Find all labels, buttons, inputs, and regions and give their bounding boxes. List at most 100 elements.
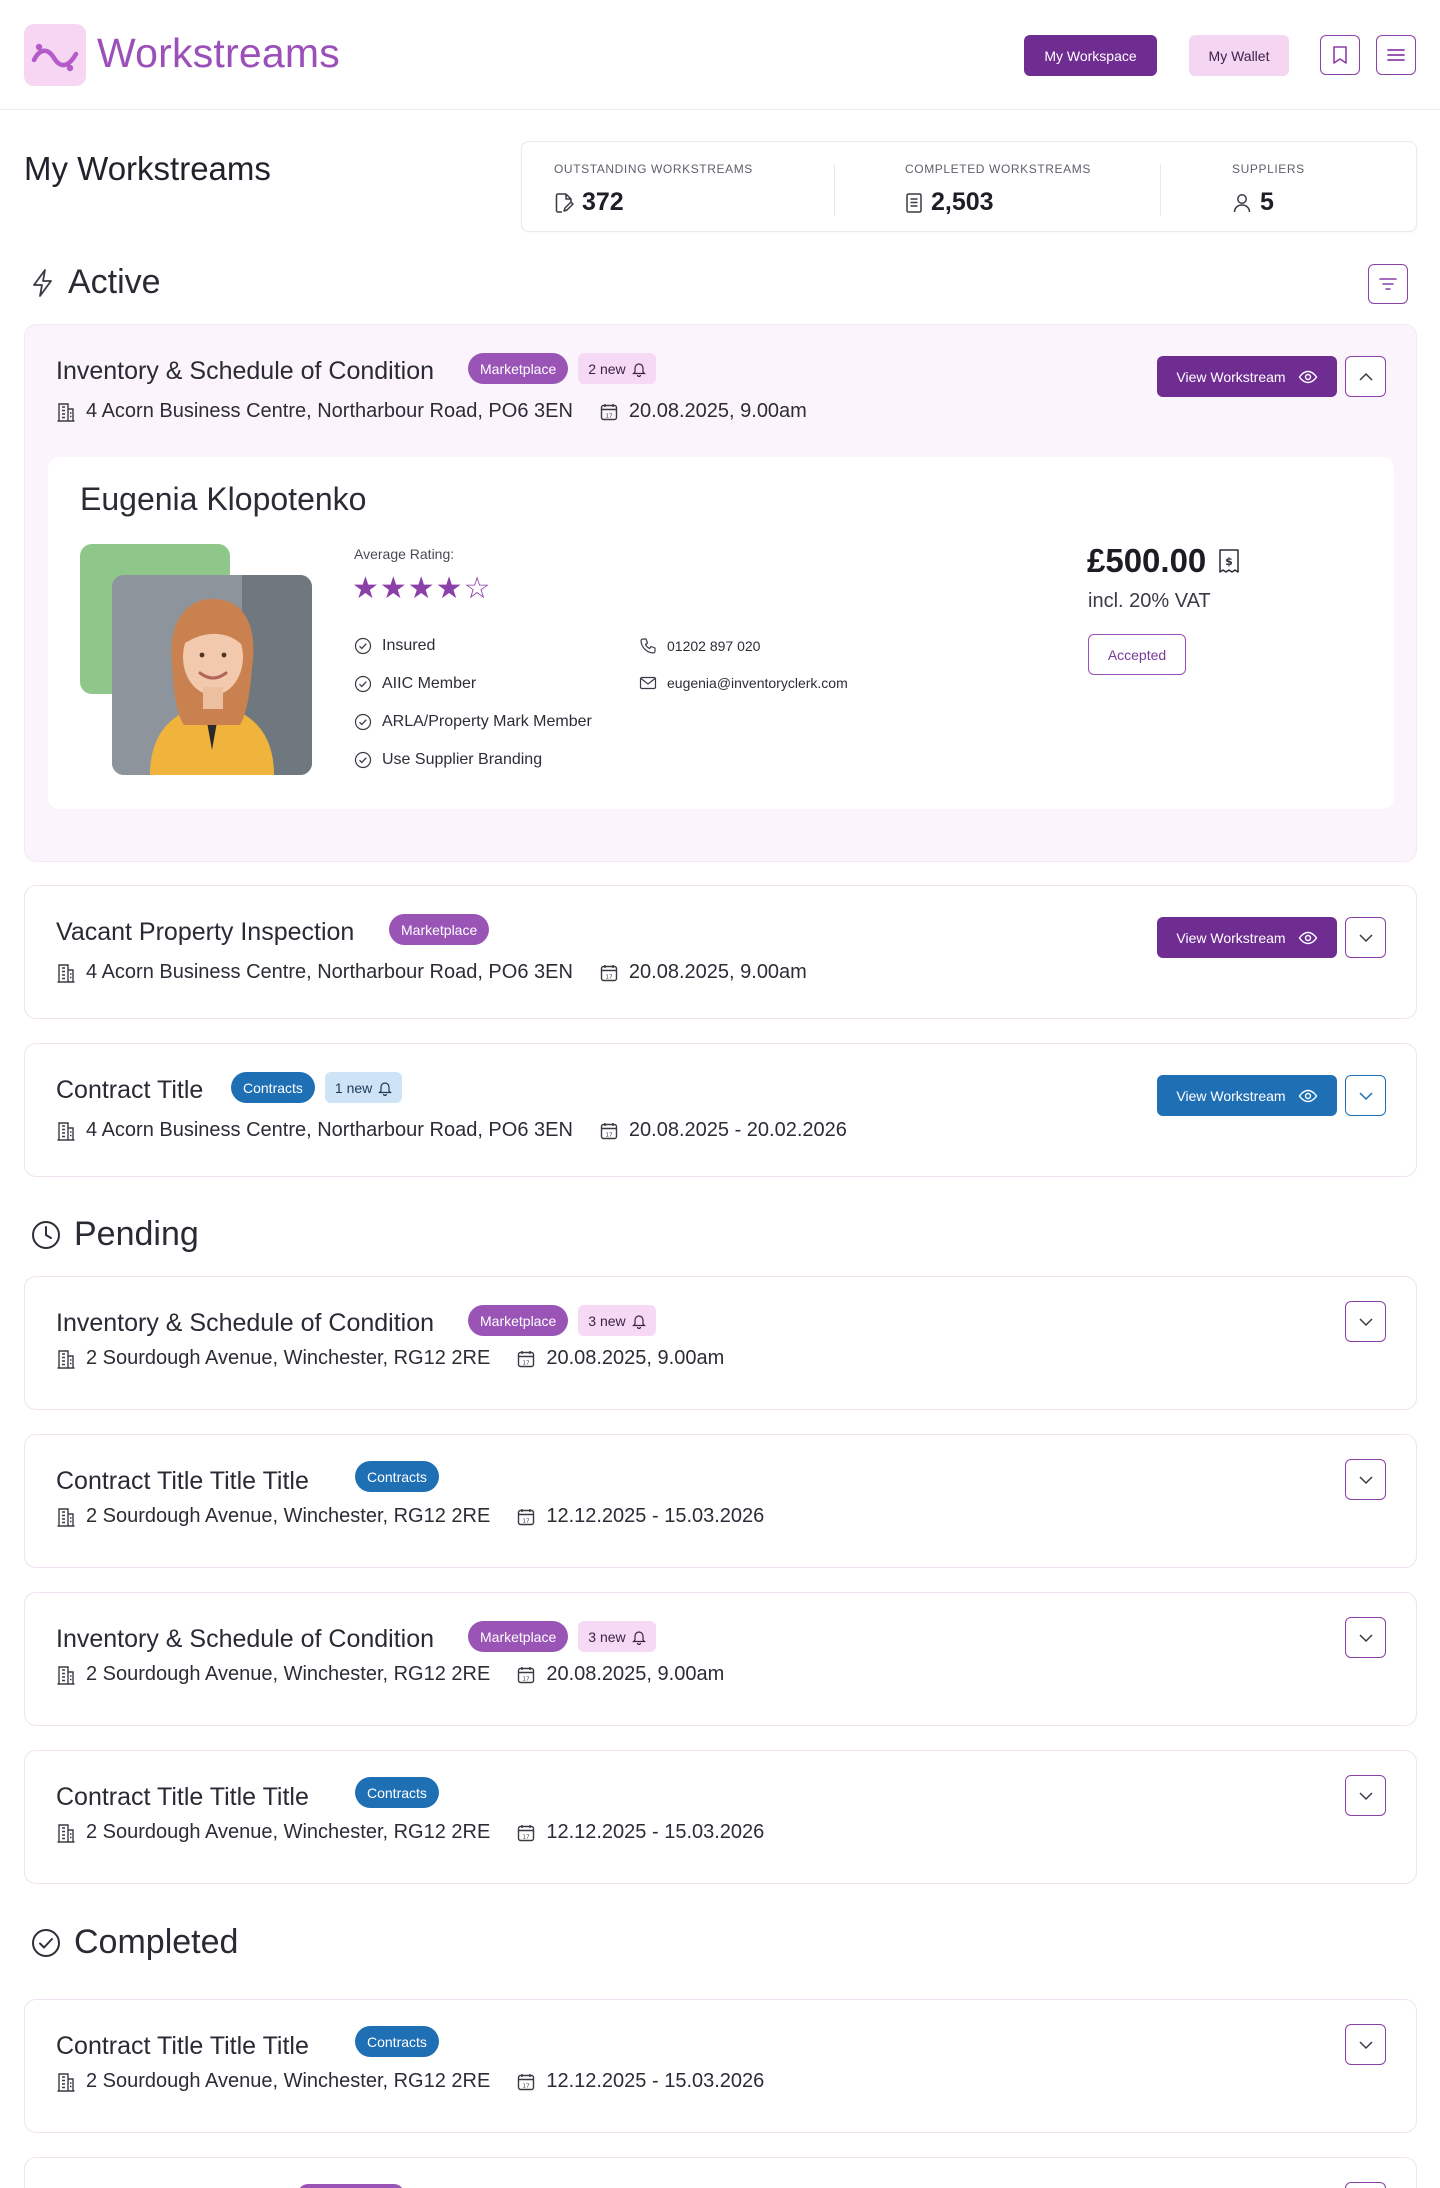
stat-divider	[1160, 164, 1161, 216]
logo-icon[interactable]	[24, 24, 86, 86]
calendar-icon: 17	[518, 1824, 535, 1841]
expand-button[interactable]	[1345, 1617, 1386, 1658]
check-circle-icon	[354, 713, 372, 731]
marketplace-badge: Marketplace	[389, 914, 490, 945]
my-wallet-button[interactable]: My Wallet	[1189, 35, 1289, 76]
check-circle-icon	[354, 675, 372, 693]
address: 2 Sourdough Avenue, Winchester, RG12 2RE	[86, 1663, 491, 1685]
phone-icon	[640, 638, 656, 654]
workstream-meta: 4 Acorn Business Centre, Northarbour Roa…	[56, 400, 807, 423]
qualification-label: Use Supplier Branding	[382, 751, 543, 768]
page-title: My Workstreams	[24, 150, 271, 187]
building-icon	[57, 963, 75, 983]
address: 2 Sourdough Avenue, Winchester, RG12 2RE	[86, 1347, 491, 1369]
supplier-photo	[112, 575, 312, 775]
date: 20.08.2025, 9.00am	[546, 1347, 725, 1369]
view-workstream-button[interactable]: View Workstream	[1157, 917, 1337, 958]
chevron-down-icon	[1358, 1475, 1373, 1484]
bookmark-button[interactable]	[1320, 35, 1360, 75]
badge-group: Marketplace	[389, 914, 490, 945]
view-workstream-button[interactable]: View Workstream	[1157, 356, 1337, 397]
stat-value-row: 372	[554, 188, 624, 217]
workstream-meta: 2 Sourdough Avenue, Winchester, RG12 2RE…	[56, 1505, 764, 1528]
expand-button[interactable]	[1345, 1075, 1386, 1116]
phone-row[interactable]: 01202 897 020	[639, 637, 760, 655]
stat-value: 372	[582, 188, 624, 216]
app-header: Workstreams My Workspace My Wallet	[0, 0, 1440, 110]
section-title: Active	[68, 263, 161, 301]
new-notification-badge[interactable]: 3 new	[578, 1305, 656, 1336]
qualification-list: Insured AIIC Member ARLA/Property Mark M…	[354, 627, 592, 779]
badge-group: Marketplace 2 new	[468, 353, 656, 384]
chevron-down-icon	[1358, 1317, 1373, 1326]
expand-button[interactable]	[1345, 1459, 1386, 1500]
workstream-title: Inventory & Schedule of Condition	[56, 1309, 435, 1337]
workstream-card: Inventory & Schedule of Condition Market…	[24, 324, 1417, 862]
status-badge: Accepted	[1088, 634, 1186, 675]
date: 20.08.2025, 9.00am	[628, 400, 807, 422]
bell-icon	[631, 1630, 646, 1645]
date-row: 17 20.08.2025, 9.00am	[516, 1663, 724, 1686]
bell-icon	[631, 362, 646, 377]
stat-label: SUPPLIERS	[1232, 162, 1305, 176]
rating-label: Average Rating:	[354, 546, 455, 562]
workstream-card: Vacant Property Inspection Marketplace 4…	[24, 885, 1417, 1019]
view-workstream-label: View Workstream	[1176, 929, 1286, 946]
building-icon	[57, 1823, 75, 1843]
address: 2 Sourdough Avenue, Winchester, RG12 2RE	[86, 1821, 491, 1843]
badge-group: Marketplace 3 new	[468, 1305, 656, 1336]
new-notification-badge[interactable]: 2 new	[578, 353, 656, 384]
workstream-card: Inventory & Schedule of Condition Market…	[24, 1592, 1417, 1726]
calendar-icon: 17	[518, 1350, 535, 1367]
my-workspace-button[interactable]: My Workspace	[1024, 35, 1157, 76]
svg-text:17: 17	[523, 2083, 530, 2089]
calendar-icon: 17	[518, 1508, 535, 1525]
workstream-title: Contract Title Title Title	[56, 2032, 309, 2060]
qualification-label: ARLA/Property Mark Member	[382, 713, 592, 730]
date-row: 17 20.08.2025, 9.00am	[599, 961, 807, 984]
building-icon	[57, 1507, 75, 1527]
collapse-button[interactable]	[1345, 356, 1386, 397]
address-row: 4 Acorn Business Centre, Northarbour Roa…	[56, 1119, 573, 1142]
new-notification-badge[interactable]: 1 new	[324, 1072, 403, 1103]
phone-number: 01202 897 020	[667, 638, 761, 654]
stat-label: COMPLETED WORKSTREAMS	[905, 162, 1091, 176]
filter-button[interactable]	[1368, 264, 1408, 304]
eye-icon	[1298, 370, 1317, 383]
star-rating: ★★★★☆	[352, 572, 492, 605]
expand-button[interactable]	[1345, 1775, 1386, 1816]
badge-group: Marketplace 3 new	[468, 1621, 656, 1652]
menu-button[interactable]	[1376, 35, 1416, 75]
svg-text:17: 17	[605, 974, 612, 980]
file-edit-icon	[555, 192, 574, 213]
expand-button[interactable]	[1345, 1301, 1386, 1342]
chevron-down-icon	[1358, 1791, 1373, 1800]
app-name[interactable]: Workstreams	[97, 30, 340, 77]
expand-button[interactable]	[1345, 2182, 1386, 2188]
contracts-badge: Contracts	[355, 2026, 439, 2057]
workstream-meta: 2 Sourdough Avenue, Winchester, RG12 2RE…	[56, 1347, 724, 1370]
workstream-title: Vacant Property Inspection	[56, 918, 355, 946]
menu-icon	[1387, 49, 1405, 61]
marketplace-badge: Marketplace	[468, 1305, 569, 1336]
badge-group: Contracts	[355, 1461, 439, 1492]
address-row: 4 Acorn Business Centre, Northarbour Roa…	[56, 961, 573, 984]
address-row: 4 Acorn Business Centre, Northarbour Roa…	[56, 400, 573, 423]
section-pending: Pending	[30, 1215, 199, 1254]
qualification-label: AIIC Member	[382, 675, 477, 692]
svg-text:17: 17	[523, 1518, 530, 1524]
workstream-meta: 2 Sourdough Avenue, Winchester, RG12 2RE…	[56, 1821, 764, 1844]
view-workstream-label: View Workstream	[1176, 368, 1286, 385]
new-notification-badge[interactable]: 3 new	[578, 1621, 656, 1652]
user-icon	[1233, 193, 1251, 212]
email-row[interactable]: eugenia@inventoryclerk.com	[639, 675, 848, 691]
expand-button[interactable]	[1345, 917, 1386, 958]
expand-button[interactable]	[1345, 2024, 1386, 2065]
chevron-down-icon	[1358, 933, 1373, 942]
building-icon	[57, 1665, 75, 1685]
address: 2 Sourdough Avenue, Winchester, RG12 2RE	[86, 2070, 491, 2092]
chevron-down-icon	[1358, 1091, 1373, 1100]
view-workstream-button[interactable]: View Workstream	[1157, 1075, 1337, 1116]
bell-icon	[631, 1314, 646, 1329]
date-row: 17 12.12.2025 - 15.03.2026	[516, 1821, 764, 1844]
